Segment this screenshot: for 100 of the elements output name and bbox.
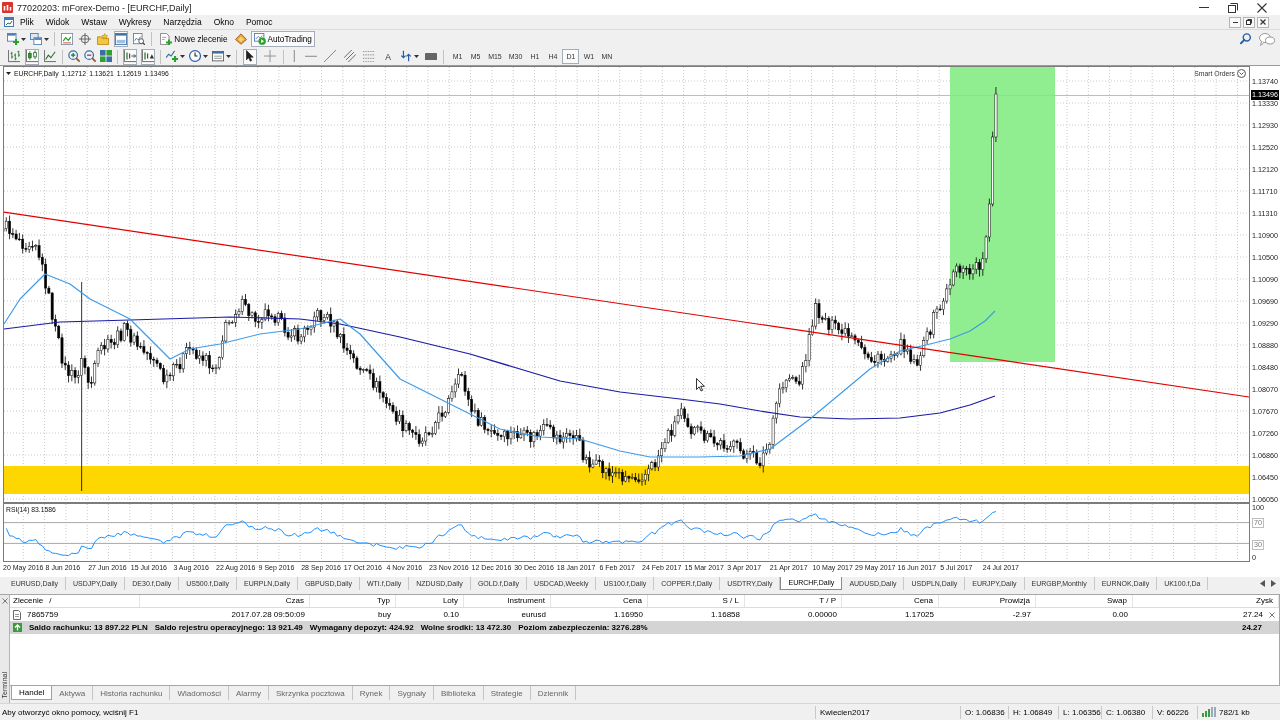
panel-toggle-button[interactable] bbox=[60, 31, 75, 47]
column-header[interactable]: Czas bbox=[140, 595, 310, 607]
table-cell-text: 7865759 bbox=[27, 609, 59, 621]
terminal-tab[interactable]: Skrzynka pocztowa bbox=[268, 686, 353, 700]
search-icon[interactable] bbox=[1239, 33, 1251, 45]
column-header[interactable]: Prowizja bbox=[939, 595, 1036, 607]
minimize-button[interactable] bbox=[1229, 16, 1241, 28]
right-arrow-icon[interactable] bbox=[1271, 580, 1276, 587]
column-header[interactable]: S / L bbox=[648, 595, 745, 607]
table-cell-text: 2017.07.28 09:50:09 bbox=[230, 609, 306, 621]
menu-item[interactable]: Widok bbox=[39, 16, 76, 28]
column-header[interactable]: Typ bbox=[310, 595, 396, 607]
restore-icon[interactable] bbox=[1228, 2, 1238, 13]
terminal-tab[interactable]: Handel bbox=[11, 686, 53, 700]
terminal-tab[interactable]: Sygnały bbox=[390, 686, 434, 700]
menu-item[interactable]: Plik bbox=[14, 16, 40, 28]
line-chart-icon bbox=[44, 50, 57, 63]
table-cell-text: 0.00 bbox=[1111, 609, 1129, 621]
status-text: Aby otworzyć okno pomocy, wciśnij F1 bbox=[1, 707, 140, 717]
close-button[interactable] bbox=[1257, 16, 1269, 28]
dotted-lines-icon[interactable] bbox=[362, 50, 375, 63]
menu-item[interactable]: Okno bbox=[207, 16, 240, 28]
framed-chart-icon bbox=[61, 33, 74, 45]
menu-item[interactable]: Pomoc bbox=[239, 16, 279, 28]
up-arrow-icon bbox=[13, 623, 22, 632]
new-order-button[interactable]: Nowe zlecenie bbox=[157, 31, 231, 47]
up-down-arrows-icon[interactable] bbox=[400, 50, 413, 63]
zoom-in-icon[interactable] bbox=[68, 50, 81, 63]
window-title: 77020203: mForex-Demo - [EURCHF,Daily] bbox=[17, 2, 192, 13]
tile-windows-icon[interactable] bbox=[100, 50, 113, 63]
diamond-icon[interactable] bbox=[234, 33, 247, 45]
template-window-icon[interactable] bbox=[212, 51, 225, 62]
autotrading-button[interactable]: AutoTrading bbox=[250, 31, 315, 47]
column-header[interactable]: Zlecenie bbox=[13, 595, 44, 607]
column-header[interactable]: Instrument bbox=[464, 595, 551, 607]
caret-icon[interactable] bbox=[414, 55, 420, 58]
terminal-tab[interactable]: Alarmy bbox=[229, 686, 269, 700]
chart-magnifier-icon bbox=[133, 33, 146, 45]
chart-window-icon[interactable] bbox=[4, 17, 14, 27]
folder-star-icon bbox=[97, 33, 110, 45]
summary-text: Wolne środki: 13 472.30 bbox=[420, 623, 512, 632]
parallel-lines-icon[interactable] bbox=[343, 50, 356, 63]
chart-type-button[interactable] bbox=[7, 48, 22, 65]
caret-icon[interactable] bbox=[44, 37, 50, 41]
circle-chevron-icon bbox=[1237, 69, 1246, 78]
pointer-tool-button[interactable] bbox=[243, 48, 258, 65]
chart-shift-button[interactable] bbox=[123, 48, 138, 65]
text-tool-button[interactable]: A bbox=[381, 48, 396, 65]
bars-arrow-icon bbox=[124, 50, 137, 63]
label-rectangle-icon[interactable] bbox=[424, 52, 437, 61]
caret-icon[interactable] bbox=[226, 55, 232, 58]
panel-window-icon bbox=[115, 33, 128, 45]
menu-item[interactable]: Narzędzia bbox=[157, 16, 208, 28]
restore-icon bbox=[1246, 19, 1252, 25]
sort-indicator: / bbox=[49, 595, 52, 607]
column-header[interactable]: T / P bbox=[745, 595, 842, 607]
column-header[interactable]: Zysk bbox=[1133, 595, 1279, 607]
caret-icon[interactable] bbox=[203, 55, 209, 58]
cursor-arrow-icon bbox=[246, 50, 255, 63]
panel-toggle-button[interactable] bbox=[114, 31, 129, 47]
left-arrow-icon[interactable] bbox=[1260, 580, 1265, 587]
column-header[interactable]: Swap bbox=[1036, 595, 1133, 607]
clock-icon[interactable] bbox=[189, 50, 202, 63]
column-header[interactable]: Loty bbox=[396, 595, 464, 607]
table-cell-text: eurusd bbox=[520, 609, 547, 621]
auto-scroll-button[interactable] bbox=[141, 48, 156, 65]
menu-item[interactable]: Wstaw bbox=[75, 16, 113, 28]
restore-button[interactable] bbox=[1243, 16, 1255, 28]
line-plus-icon[interactable] bbox=[166, 50, 179, 63]
menu-item[interactable]: Wykresy bbox=[112, 16, 158, 28]
summary-text: Saldo rachunku: 13 897.22 PLN bbox=[29, 623, 148, 632]
diagonal-line-icon[interactable] bbox=[324, 50, 337, 63]
stacked-windows-icon[interactable] bbox=[30, 33, 43, 45]
chart-type-button[interactable] bbox=[43, 48, 58, 65]
close-icon[interactable] bbox=[1257, 2, 1267, 13]
table-cell-text: 1.16950 bbox=[613, 609, 644, 621]
column-header[interactable]: Cena bbox=[551, 595, 648, 607]
zoom-out-icon[interactable] bbox=[84, 50, 97, 63]
panel-toggle-button[interactable] bbox=[96, 31, 111, 47]
chart-type-button[interactable] bbox=[25, 48, 40, 65]
terminal-tab[interactable]: Dziennik bbox=[530, 686, 577, 700]
table-cell-text: 1.16858 bbox=[710, 609, 741, 621]
mouse-pointer-icon bbox=[696, 378, 705, 392]
close-icon bbox=[1260, 19, 1266, 25]
document-icon bbox=[13, 609, 21, 620]
window-plus-icon[interactable] bbox=[7, 33, 20, 45]
terminal-tab[interactable]: Biblioteka bbox=[433, 686, 484, 700]
table-cell-text: -2.97 bbox=[1011, 609, 1032, 621]
caret-icon[interactable] bbox=[180, 55, 186, 58]
document-plus-icon bbox=[160, 33, 173, 45]
terminal-tab[interactable]: Rynek bbox=[352, 686, 391, 700]
caret-icon[interactable] bbox=[21, 37, 27, 41]
column-header[interactable]: Cena bbox=[842, 595, 939, 607]
panel-toggle-button[interactable] bbox=[78, 31, 93, 47]
terminal-tab[interactable]: Wiadomości bbox=[170, 686, 229, 700]
terminal-tab[interactable]: Historia rachunku bbox=[93, 686, 171, 700]
caret-icon[interactable] bbox=[6, 72, 11, 75]
panel-toggle-button[interactable] bbox=[132, 31, 147, 47]
terminal-tab[interactable]: Aktywa bbox=[52, 686, 94, 700]
terminal-tab[interactable]: Strategie bbox=[483, 686, 531, 700]
